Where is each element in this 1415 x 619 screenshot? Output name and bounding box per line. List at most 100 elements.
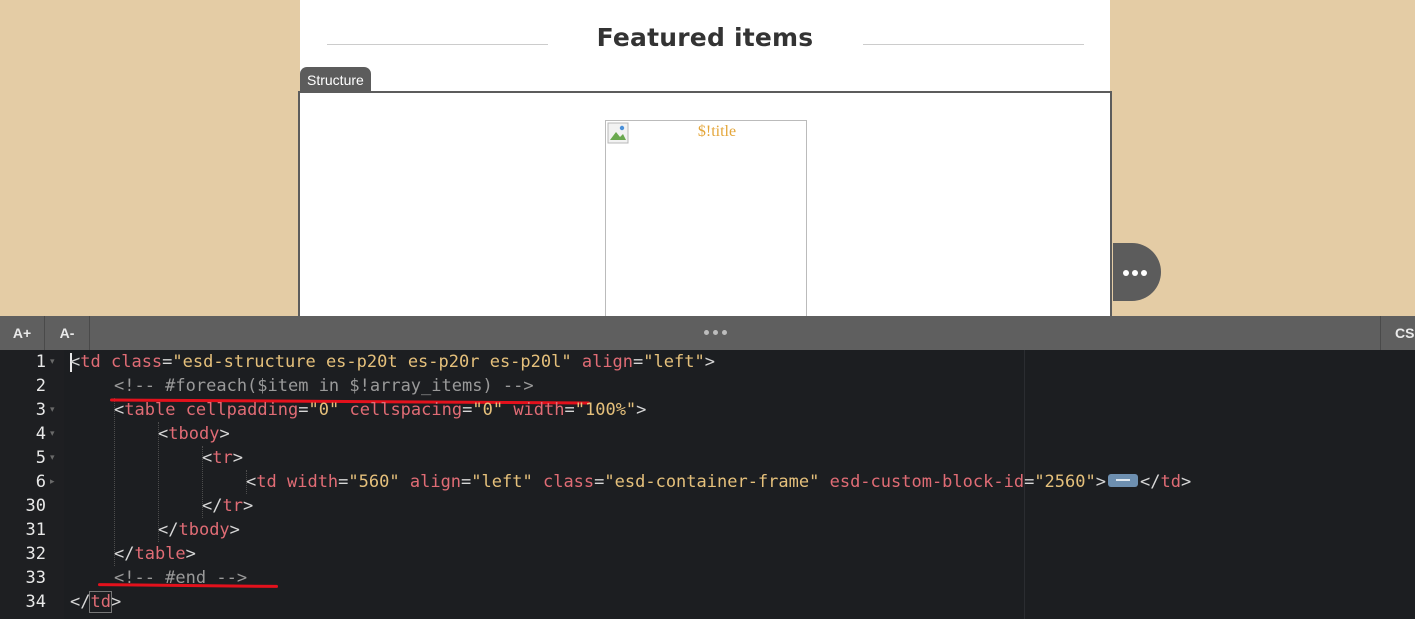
line-number: 33 [25, 568, 46, 588]
code-token: cellpadding [185, 400, 299, 420]
code-editor[interactable]: 1 ▾ 2 3 ▾ 4 ▾ 5 ▾ 6 ▸ 30 31 32 33 34 <td class="esd-str… [0, 350, 1415, 619]
code-token: tbody [178, 520, 230, 540]
code-token: = [633, 352, 644, 372]
resize-handle-icon[interactable] [700, 329, 732, 337]
code-line[interactable]: </table> [114, 542, 196, 566]
title-divider-right [863, 44, 1084, 45]
image-alt-text: $!title [697, 123, 737, 140]
code-token: "left" [643, 352, 705, 372]
code-token: "esd-container-frame" [604, 472, 820, 492]
code-token: "2560" [1034, 472, 1096, 492]
product-image[interactable]: $!title [605, 120, 807, 316]
line-number: 32 [25, 544, 46, 564]
code-token: = [298, 400, 309, 420]
structure-block[interactable]: $!title [298, 91, 1112, 316]
code-token: < [246, 472, 257, 492]
code-token: tr [212, 448, 233, 468]
code-token: = [462, 400, 473, 420]
line-number: 3 [35, 400, 46, 420]
fold-collapse-icon[interactable]: ▾ [50, 422, 60, 446]
code-token: "esd-structure es-p20t es-p20r es-p20l" [172, 352, 572, 372]
code-token: class [542, 472, 595, 492]
code-token: = [162, 352, 173, 372]
code-token: = [1024, 472, 1035, 492]
code-line[interactable]: <td width="560" align="left" class="esd-… [246, 470, 1191, 494]
code-token: </ [70, 592, 91, 612]
line-number: 34 [25, 592, 46, 612]
code-token: tbody [168, 424, 220, 444]
fold-collapse-icon[interactable]: ▾ [50, 446, 60, 470]
indent-guide [114, 398, 115, 566]
code-token: cellspacing [349, 400, 463, 420]
code-line[interactable]: <tr> [202, 446, 243, 470]
code-token: < [202, 448, 213, 468]
line-number: 2 [35, 376, 46, 396]
code-line[interactable]: </td> [70, 590, 121, 614]
code-line[interactable]: <!-- #foreach($item in $!array_items) --… [114, 374, 534, 398]
fold-collapse-icon[interactable]: ▾ [50, 350, 60, 374]
line-number: 4 [35, 424, 46, 444]
more-options-button[interactable] [1113, 243, 1161, 301]
code-token: width [513, 400, 565, 420]
css-tab[interactable]: CSS [1380, 316, 1415, 350]
fold-collapse-icon[interactable]: ▾ [50, 398, 60, 422]
code-token: < [114, 400, 125, 420]
folded-code-icon[interactable] [1107, 473, 1138, 487]
code-token: > [1095, 472, 1106, 492]
code-line[interactable]: <td class="esd-structure es-p20t es-p20r… [70, 350, 715, 374]
code-line[interactable]: <!-- #end --> [114, 566, 247, 590]
code-token: = [594, 472, 605, 492]
code-token: </ [202, 496, 223, 516]
line-number: 5 [35, 448, 46, 468]
line-number: 31 [25, 520, 46, 540]
font-decrease-button[interactable]: A- [45, 316, 90, 350]
code-token: < [158, 424, 169, 444]
code-token: width [286, 472, 339, 492]
code-token: <!-- #end --> [114, 568, 248, 588]
code-token: table [134, 544, 186, 564]
code-line[interactable]: </tbody> [158, 518, 240, 542]
code-token: esd-custom-block-id [829, 472, 1025, 492]
line-number-gutter: 1 ▾ 2 3 ▾ 4 ▾ 5 ▾ 6 ▸ 30 31 32 33 34 [0, 350, 64, 619]
code-token: "100%" [574, 400, 637, 420]
structure-tab[interactable]: Structure [300, 67, 371, 92]
line-number: 1 [35, 352, 46, 372]
code-token: = [338, 472, 349, 492]
code-token: <!-- #foreach($item in $!array_items) --… [114, 376, 534, 396]
code-token: "left" [471, 472, 533, 492]
code-token: "0" [472, 400, 504, 420]
code-token: > [229, 520, 240, 540]
code-token: "560" [348, 472, 400, 492]
code-token: align [581, 352, 634, 372]
code-token: table [124, 400, 176, 420]
code-token: = [461, 472, 472, 492]
code-token: td [256, 472, 277, 492]
font-increase-button[interactable]: A+ [0, 316, 45, 350]
fold-expand-icon[interactable]: ▸ [50, 470, 60, 494]
section-title: Featured items [596, 23, 814, 52]
code-token: "0" [308, 400, 340, 420]
code-line[interactable]: <table cellpadding="0" cellspacing="0" w… [114, 398, 646, 422]
code-token: td [1160, 472, 1181, 492]
code-token: > [1180, 472, 1192, 492]
code-token: </ [158, 520, 179, 540]
editor-toolbar: A+ A- CSS [0, 316, 1415, 350]
code-line[interactable]: <tbody> [158, 422, 230, 446]
email-preview: Featured items Structure $!title [0, 0, 1415, 316]
code-token: > [219, 424, 230, 444]
code-token: </ [1139, 472, 1161, 492]
code-line[interactable]: </tr> [202, 494, 253, 518]
line-number: 30 [25, 496, 46, 516]
code-token: > [636, 400, 647, 420]
code-token: </ [114, 544, 135, 564]
code-token: tr [222, 496, 243, 516]
